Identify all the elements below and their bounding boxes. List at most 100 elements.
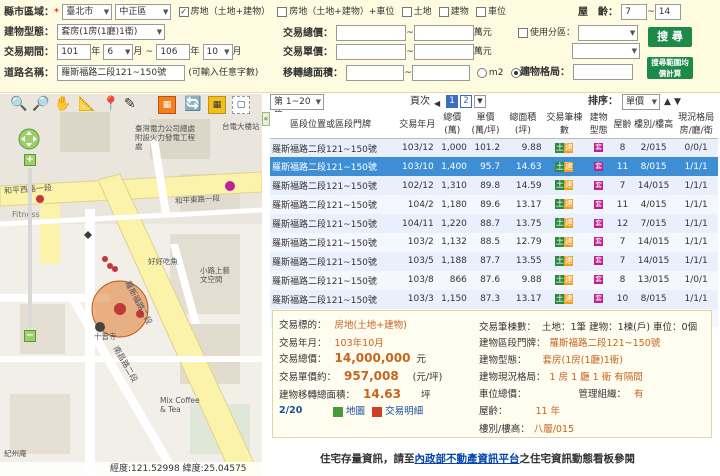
building-layout-input[interactable] — [573, 64, 634, 80]
table-row[interactable]: 羅斯福路二段121~150號 103/8 866 87.6 9.88 土建套 8 13/015… — [270, 270, 718, 290]
col-layout[interactable]: 現況格局房/廳/衛 — [674, 112, 718, 139]
detail-total-label: 交易總價： — [279, 354, 327, 365]
page-dropdown-icon[interactable]: ▼ — [474, 95, 486, 108]
zoom-in-icon[interactable]: 🔍 — [10, 96, 27, 112]
month-unit-1: 月 — [133, 47, 143, 57]
layer-yellow-icon[interactable]: ▦ — [208, 96, 226, 114]
zoom-out-control[interactable]: − — [24, 330, 36, 342]
unit-price-from[interactable] — [336, 44, 407, 60]
zoom-slider-track[interactable] — [28, 168, 32, 328]
table-row[interactable]: 羅斯福路二段121~150號 103/2 1,132 88.5 12.79 土建套 7 14/… — [270, 232, 718, 252]
table-row[interactable]: 羅斯福路二段121~150號 104/11 1,220 88.7 13.75 土建套 12 7… — [270, 214, 718, 233]
period-to-year[interactable]: 106 — [156, 44, 191, 60]
col-ym[interactable]: 交易年月 — [398, 112, 436, 139]
age-from-input[interactable]: 7 — [621, 4, 648, 20]
footer-link[interactable]: 內政部不動產資訊平台 — [415, 453, 520, 465]
type-checkbox-3[interactable] — [438, 7, 449, 17]
table-row[interactable]: 羅斯福路二段121~150號 104/2 1,180 89.6 13.17 土建套 11 4/… — [270, 195, 718, 215]
type-checkbox-2[interactable] — [401, 7, 412, 17]
sort-select[interactable]: 單價 — [622, 94, 660, 110]
col-floor[interactable]: 樓別/樓高 — [632, 112, 675, 139]
unit-price-to[interactable] — [413, 44, 474, 60]
cell-type-icon: 套 — [585, 176, 613, 196]
col-total[interactable]: 總價(萬) — [435, 112, 469, 139]
type-checkbox-0[interactable]: ✓ — [178, 7, 189, 17]
cell-area: 13.17 — [502, 289, 544, 309]
total-price-to[interactable] — [413, 25, 474, 41]
type-checkbox-1[interactable] — [277, 7, 288, 17]
unit-m2-radio[interactable] — [476, 68, 487, 78]
total-price-row: 交易總價： ~ 萬元 — [283, 24, 492, 42]
map-panel[interactable]: 臺灣電力公司總處附設火力發電工程處 台電大樓站 和平東路一段 和平西路一段 羅斯… — [0, 94, 262, 476]
map-labels — [30, 134, 230, 135]
required-mark: * — [54, 7, 59, 18]
footer-text-after: 之住宅資訊動態看板參閱 — [519, 453, 636, 465]
sort-desc-icon[interactable]: ▼ — [674, 94, 681, 110]
layer-outline-icon[interactable]: ▢ — [232, 96, 250, 114]
total-price-from[interactable] — [336, 25, 407, 41]
collapse-map-toggle[interactable]: « — [262, 112, 270, 126]
age-to-input[interactable]: 14 — [654, 4, 681, 20]
pin-icon[interactable]: 📍 — [102, 96, 119, 112]
erase-icon[interactable]: ✎ — [124, 96, 136, 112]
results-panel: 第 1~20 筆 頁次 ◀ 1 2 ▼ 排序： 單價 ▲ ▼ 區段位置或區段門牌… — [270, 94, 720, 476]
page-1[interactable]: 1 — [446, 95, 458, 108]
period-from-month[interactable]: 6 — [103, 44, 134, 60]
search-button[interactable]: 搜 尋 — [648, 27, 692, 47]
cell-type-icon: 套 — [585, 138, 613, 158]
layer-orange-icon[interactable]: ▦ — [158, 96, 176, 114]
table-row[interactable]: 羅斯福路二段121~150號 102/12 1,310 89.8 14.59 土建套 7 14… — [270, 176, 718, 196]
map-link-icon[interactable] — [333, 406, 343, 417]
col-age[interactable]: 屋齡 — [612, 112, 633, 139]
table-row[interactable]: 羅斯福路二段121~150號 103/5 1,188 87.7 13.55 土建套 7 14/… — [270, 251, 718, 271]
col-addr[interactable]: 區段位置或區段門牌 — [270, 112, 399, 139]
transfer-area-to[interactable] — [411, 65, 470, 81]
explain-link[interactable]: 交易明細 — [385, 406, 423, 417]
col-type[interactable]: 建物型態 — [585, 112, 613, 139]
map-pan-control[interactable] — [18, 128, 40, 150]
table-row[interactable]: 羅斯福路二段121~150號 103/10 1,400 95.7 14.63 土建套 11 8… — [270, 157, 718, 177]
cell-total: 1,180 — [435, 195, 469, 215]
use-zone-select[interactable] — [578, 25, 639, 41]
use-zone-select-2[interactable] — [572, 43, 640, 59]
unit-price-unit: 萬元 — [473, 47, 492, 57]
sort-asc-icon[interactable]: ▲ — [664, 94, 671, 110]
land-icon: 土 — [555, 293, 565, 304]
filter-panel: 縣市區域：* 臺北市 中正區 ✓房地（土地+建物） 房地（土地+建物）+車位 土… — [0, 0, 720, 93]
use-zone-checkbox[interactable] — [518, 28, 528, 38]
page-2[interactable]: 2 — [460, 95, 472, 108]
road-input[interactable]: 羅斯福路二段121~150號 — [57, 65, 186, 81]
period-from-year[interactable]: 101 — [57, 44, 92, 60]
cell-unit: 87.3 — [468, 289, 503, 309]
results-table: 區段位置或區段門牌 交易年月 總價(萬) 單價(萬/坪) 總面積(坪) 交易筆棟… — [270, 112, 718, 328]
table-row[interactable]: 羅斯福路二段121~150號 103/3 1,150 87.3 13.17 土建套 10 8/… — [270, 289, 718, 309]
zoom-out-icon[interactable]: 🔎 — [32, 96, 49, 112]
type-checkbox-4[interactable] — [475, 7, 486, 17]
pan-hand-icon[interactable]: ✋ — [54, 96, 71, 112]
zoom-in-control[interactable]: + — [24, 154, 36, 166]
table-row[interactable]: 羅斯福路二段121~150號 103/12 1,000 101.2 9.88 土建套 8 2/… — [270, 138, 718, 158]
avg-price-button[interactable]: 搜尋範圍均價計算 — [647, 57, 693, 79]
footer-notice: 住宅存量資訊，請至內政部不動產資訊平台之住宅資訊動態看板參閱 — [320, 451, 635, 466]
use-zone-row: 使用分區： — [514, 24, 639, 42]
map-link[interactable]: 地圖 — [346, 406, 365, 417]
cell-area: 13.75 — [502, 214, 544, 233]
measure-icon[interactable]: 📐 — [78, 96, 95, 112]
transfer-area-from[interactable] — [346, 65, 405, 81]
district-select[interactable]: 中正區 — [115, 4, 172, 20]
per-page-select[interactable]: 第 1~20 筆 — [270, 94, 324, 121]
filter-row-2: 建物型態： 套房(1房(1廳)1衛) — [4, 24, 166, 42]
explain-link-icon[interactable] — [372, 406, 383, 417]
col-area[interactable]: 總面積(坪) — [502, 112, 544, 139]
refresh-icon[interactable]: 🔄 — [184, 96, 201, 112]
building-type-select[interactable]: 套房(1房(1廳)1衛) — [57, 24, 166, 40]
prev-page-icon[interactable]: ◀ — [434, 96, 440, 112]
col-unit[interactable]: 單價(萬/坪) — [468, 112, 503, 139]
cell-ym: 103/3 — [398, 289, 436, 309]
cell-addr: 羅斯福路二段121~150號 — [270, 195, 399, 215]
county-select[interactable]: 臺北市 — [62, 4, 113, 20]
col-count[interactable]: 交易筆棟數 — [543, 112, 586, 139]
period-to-month[interactable]: 10 — [202, 44, 233, 60]
cell-type-icon: 套 — [585, 195, 613, 215]
cell-floor: 2/015 — [632, 138, 675, 158]
